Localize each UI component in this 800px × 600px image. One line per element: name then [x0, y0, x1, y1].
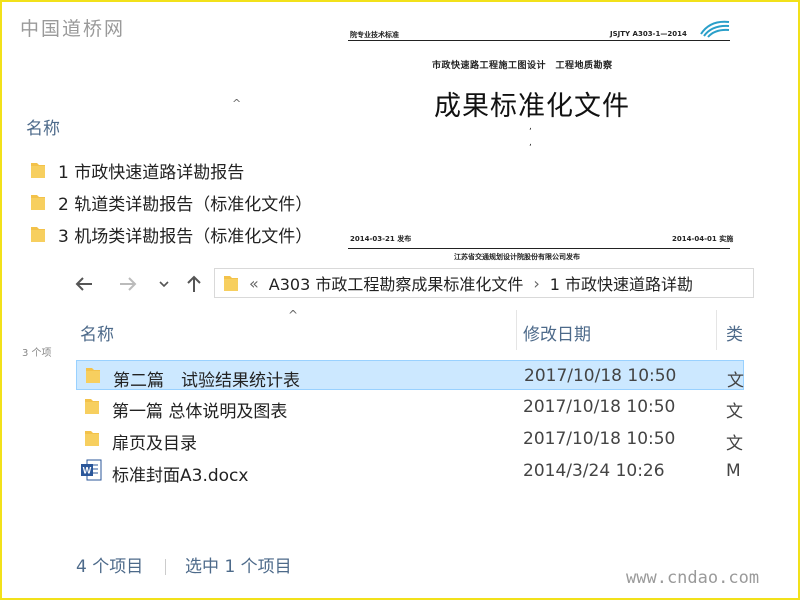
- outer-frame: [0, 0, 800, 600]
